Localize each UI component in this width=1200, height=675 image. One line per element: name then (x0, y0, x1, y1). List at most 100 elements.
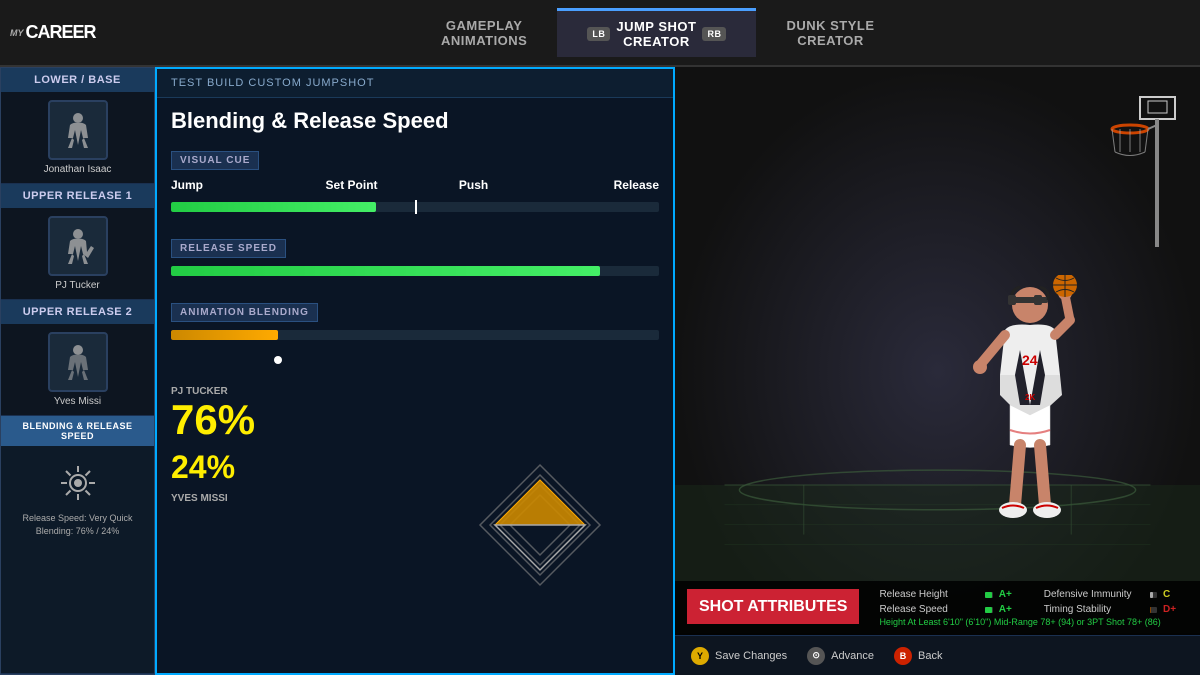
y-button-icon[interactable]: Y (691, 647, 709, 665)
svg-text:2K: 2K (1025, 393, 1035, 402)
circle-button-icon[interactable]: ⊙ (807, 647, 825, 665)
back-label: Back (918, 650, 942, 662)
visual-cue-fill (171, 202, 376, 212)
section-upper-release-2[interactable]: Upper Release 2 (1, 300, 154, 324)
attr-timing-stability-fill (1150, 607, 1152, 613)
back-action[interactable]: B Back (894, 647, 942, 665)
lower-base-card[interactable]: Jonathan Isaac (1, 92, 154, 184)
top-nav: MY CAREER Gameplay Animations LB Jump Sh… (0, 0, 1200, 67)
tab-dunk-label: Dunk Style Creator (786, 18, 874, 48)
yves-missi-card[interactable]: Yves Missi (1, 324, 154, 416)
pj-tucker-card[interactable]: PJ Tucker (1, 208, 154, 300)
attr-release-speed-bar (985, 607, 992, 613)
left-panel: Lower / Base Jonathan Isaac Upper Releas… (0, 67, 155, 675)
attr-defensive-immunity: Defensive Immunity C (1044, 589, 1188, 600)
attr-footnote: Height At Least 6'10" (6'10") Mid-Range … (879, 617, 1188, 627)
attr-release-speed: Release Speed A+ (879, 604, 1023, 615)
shot-attr-text: SHOT ATTRIBUTES (699, 598, 847, 615)
animation-blending-section: ANIMATION BLENDING (157, 302, 673, 376)
jump-label: Jump (171, 178, 203, 192)
release-speed-section: RELEASE SPEED (157, 238, 673, 302)
yves-missi-name: Yves Missi (54, 396, 101, 407)
svg-text:24: 24 (1022, 352, 1038, 368)
diamond-container (420, 386, 659, 663)
blending-title: Blending & Release Speed (171, 108, 659, 134)
panel-header: Blending & Release Speed (157, 98, 673, 150)
visual-cue-label: VISUAL CUE (171, 151, 259, 170)
tab-jumpshot-creator[interactable]: LB Jump Shot Creator RB (557, 8, 756, 57)
mycareer-logo: MY CAREER (10, 22, 96, 43)
player-silhouette-3 (58, 342, 98, 382)
blend-dot (274, 356, 282, 364)
push-label: Push (459, 178, 488, 192)
visual-cue-marker (415, 200, 417, 214)
court-background: 24 (675, 67, 1200, 675)
attr-timing-stability: Timing Stability D+ (1044, 604, 1188, 615)
main-layout: Lower / Base Jonathan Isaac Upper Releas… (0, 67, 1200, 675)
rb-button[interactable]: RB (702, 27, 726, 41)
attr-release-speed-fill (985, 607, 992, 613)
section-blending[interactable]: Blending & Release Speed (1, 416, 154, 446)
player2-label: YVES MISSI (171, 493, 410, 504)
blending-card[interactable]: Release Speed: Very Quick Blending: 76% … (1, 446, 154, 674)
basketball-player: 24 (950, 275, 1100, 575)
attr-defensive-immunity-grade: C (1163, 589, 1188, 600)
attr-defensive-immunity-fill (1150, 592, 1153, 598)
anim-blend-fill (171, 330, 278, 340)
pj-tucker-name: PJ Tucker (55, 280, 99, 291)
anim-blend-slider[interactable] (171, 330, 659, 340)
section-lower-base[interactable]: Lower / Base (1, 68, 154, 92)
attr-grid: Release Height A+ Defensive Immunity (879, 589, 1188, 615)
tab-dunk-style[interactable]: Dunk Style Creator (756, 10, 904, 56)
attr-release-height-fill (985, 592, 992, 598)
center-panel: TEST BUILD CUSTOM JUMPSHOT Blending & Re… (155, 67, 675, 675)
lb-button[interactable]: LB (587, 27, 610, 41)
gear-svg (53, 458, 103, 508)
release-speed-track (171, 266, 659, 276)
cue-labels-row: Jump Set Point Push Release (171, 178, 659, 198)
hoop-svg (1060, 87, 1180, 247)
visual-cue-section: VISUAL CUE Jump Set Point Push Release (157, 150, 673, 238)
attr-release-height-grade: A+ (999, 589, 1024, 600)
blending-description: Release Speed: Very Quick Blending: 76% … (9, 512, 146, 537)
tab-gameplay-label: Gameplay Animations (441, 18, 527, 48)
attr-timing-stability-grade: D+ (1163, 604, 1188, 615)
release-speed-label: RELEASE SPEED (171, 239, 286, 258)
player2-percentage: 24% (171, 451, 410, 483)
attr-release-speed-label: Release Speed (879, 604, 979, 615)
tab-jumpshot-label: Jump Shot Creator (616, 19, 696, 49)
panel-title: TEST BUILD CUSTOM JUMPSHOT (171, 77, 659, 89)
bottom-bar: Y Save Changes ⊙ Advance B Back (675, 635, 1200, 675)
player-silhouette-2 (58, 226, 98, 266)
attr-release-speed-grade: A+ (999, 604, 1024, 615)
save-changes-action[interactable]: Y Save Changes (691, 647, 787, 665)
pj-tucker-icon (48, 216, 108, 276)
attr-release-height-label: Release Height (879, 589, 979, 600)
player1-percentage: 76% (171, 399, 410, 441)
percentage-section: PJ TUCKER 76% 24% YVES MISSI (157, 376, 673, 673)
advance-label: Advance (831, 650, 874, 662)
anim-blend-track (171, 330, 659, 340)
tab-gameplay-animations[interactable]: Gameplay Animations (411, 10, 557, 56)
release-speed-slider[interactable] (171, 266, 659, 276)
shot-attributes-title: SHOT ATTRIBUTES (687, 589, 859, 624)
right-panel: 24 (675, 67, 1200, 675)
section-upper-release-1[interactable]: Upper Release 1 (1, 184, 154, 208)
attr-timing-stability-label: Timing Stability (1044, 604, 1144, 615)
release-label: Release (614, 178, 659, 192)
visual-cue-slider[interactable] (171, 202, 659, 212)
blend-dot-container (171, 356, 659, 366)
attr-release-height-bar (985, 592, 992, 598)
panel-title-bar: TEST BUILD CUSTOM JUMPSHOT (157, 69, 673, 98)
advance-action[interactable]: ⊙ Advance (807, 647, 874, 665)
jonathan-isaac-name: Jonathan Isaac (44, 164, 112, 175)
tab-buttons: LB Jump Shot Creator RB (587, 19, 726, 49)
jonathan-isaac-icon (48, 100, 108, 160)
attr-content: Release Height A+ Defensive Immunity (879, 589, 1188, 627)
b-button-icon[interactable]: B (894, 647, 912, 665)
anim-blend-label: ANIMATION BLENDING (171, 303, 318, 322)
yves-missi-icon (48, 332, 108, 392)
attr-defensive-immunity-bar (1150, 592, 1157, 598)
player-svg: 24 (950, 275, 1100, 575)
attr-defensive-immunity-label: Defensive Immunity (1044, 589, 1144, 600)
